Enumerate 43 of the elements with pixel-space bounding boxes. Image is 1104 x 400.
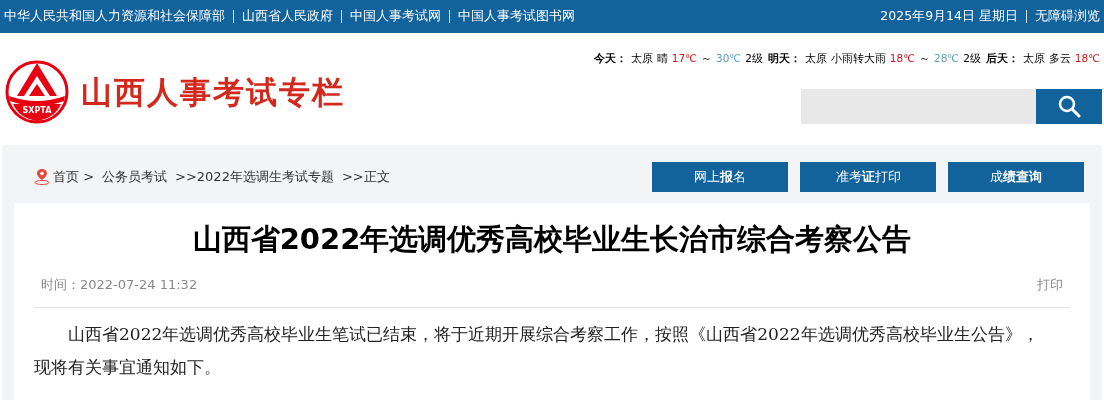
search-icon bbox=[1057, 94, 1081, 119]
temperature-separator: ～ bbox=[919, 51, 930, 66]
top-link[interactable]: 中国人事考试网 bbox=[350, 7, 441, 26]
weather-text: 小雨转大雨 bbox=[830, 51, 886, 66]
weather-text: 太原 bbox=[630, 51, 653, 66]
breadcrumb-link[interactable]: >>正文 bbox=[341, 167, 390, 187]
top-link[interactable]: 山西省人民政府 bbox=[242, 7, 333, 26]
time-label: 时间： bbox=[41, 276, 80, 294]
search-button[interactable] bbox=[1036, 88, 1102, 124]
weather-text: 2级 bbox=[745, 51, 763, 66]
accessibility-link[interactable]: 无障碍浏览 bbox=[1035, 7, 1100, 26]
temperature-separator: ～ bbox=[701, 51, 712, 66]
nav-button[interactable]: 准考证打印 bbox=[800, 162, 936, 192]
breadcrumb-link[interactable]: >>2022年选调生考试专题 bbox=[175, 167, 334, 187]
weather-day-label: 明天： bbox=[767, 51, 801, 66]
low-temperature: 17℃ bbox=[671, 51, 697, 66]
article-paragraph: 山西省2022年选调优秀高校毕业生笔试已结束，将于近期开展综合考察工作，按照《山西省2022年选调优秀高校毕业生公告》，现将有关事宜通知如下。 bbox=[34, 322, 1040, 379]
breadcrumb-link[interactable]: 公务员考试 bbox=[102, 167, 168, 187]
logo-text: SXPTA bbox=[21, 107, 53, 115]
nav-button[interactable]: 成绩查询 bbox=[948, 162, 1084, 192]
print-link[interactable]: 打印 bbox=[1037, 275, 1063, 295]
breadcrumb-link[interactable]: 首页 > bbox=[53, 167, 95, 187]
weather-day-label: 今天： bbox=[593, 51, 627, 66]
weather-text: 多云 bbox=[1048, 51, 1071, 66]
weather-text: 2级 bbox=[963, 51, 981, 66]
top-link[interactable]: 中华人民共和国人力资源和社会保障部 bbox=[4, 7, 225, 26]
site-title: 山西人事考试专栏 bbox=[81, 72, 345, 112]
search-field[interactable] bbox=[801, 88, 1036, 124]
low-temperature: 18℃ bbox=[1074, 51, 1100, 66]
logo-emblem-icon bbox=[5, 60, 69, 124]
high-temperature: 28℃ bbox=[934, 51, 960, 66]
weather-text: 太原 bbox=[804, 51, 827, 66]
weather-day-label: 后天： bbox=[985, 51, 1019, 66]
high-temperature: 30℃ bbox=[716, 51, 742, 66]
nav-button[interactable]: 网上报名 bbox=[652, 162, 788, 192]
location-pin-icon bbox=[34, 168, 50, 186]
top-link[interactable]: 中国人事考试图书网 bbox=[458, 7, 575, 26]
low-temperature: 18℃ bbox=[889, 51, 915, 66]
weather-text: 太原 bbox=[1022, 51, 1045, 66]
article-title: 山西省2022年选调优秀高校毕业生长治市综合考察公告 bbox=[191, 221, 913, 258]
publish-time: 2022-07-24 11:32 bbox=[80, 276, 198, 294]
current-date: 2025年9月14日 星期日 bbox=[880, 7, 1018, 26]
weather-text: 晴 bbox=[656, 51, 668, 66]
